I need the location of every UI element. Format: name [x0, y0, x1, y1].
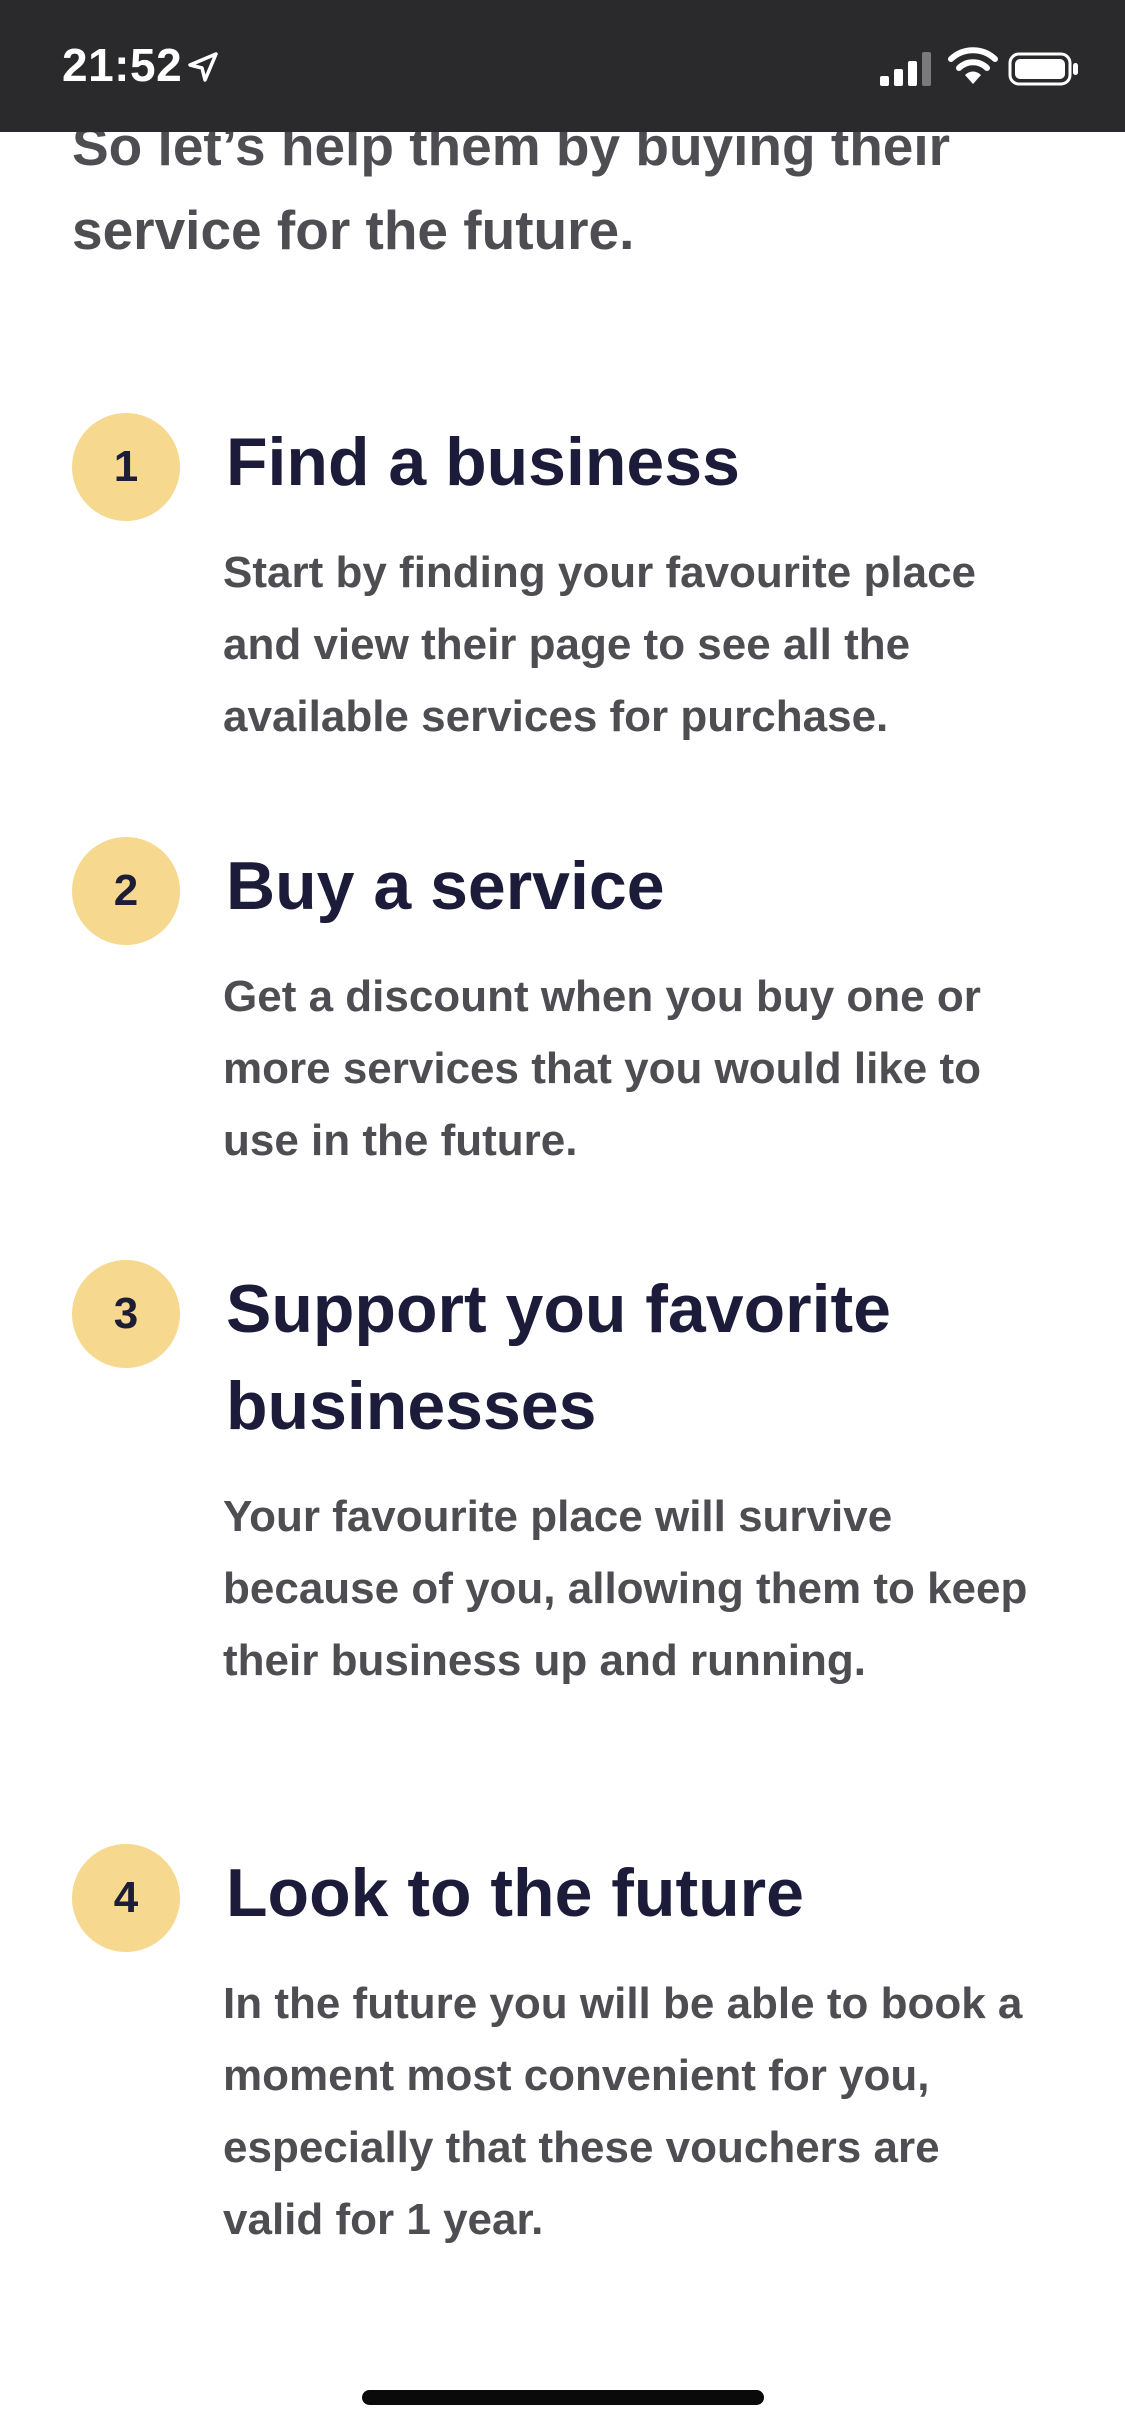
signal-icon [880, 52, 931, 86]
step-title: Look to the future [226, 1855, 804, 1931]
home-indicator[interactable] [362, 2390, 764, 2405]
step-title: Support you favorite businesses [226, 1271, 891, 1444]
step-description: Start by finding your favourite place an… [223, 548, 977, 741]
step-description: Get a discount when you buy one or more … [223, 972, 981, 1165]
battery-icon [1008, 52, 1078, 86]
step-number-badge: 3 [72, 1260, 180, 1368]
step-number-badge: 4 [72, 1844, 180, 1952]
status-time: 21:52 [62, 39, 183, 91]
step-title: Find a business [226, 424, 740, 500]
content-area[interactable]: So let’s help them by buying their servi… [0, 132, 1125, 2436]
status-bar: 21:52 [0, 0, 1125, 132]
step-title: Buy a service [226, 848, 665, 924]
wifi-icon [948, 47, 998, 84]
step-number-badge: 2 [72, 837, 180, 945]
step-number-badge: 1 [72, 413, 180, 521]
step-description: Your favourite place will survive becaus… [223, 1492, 1028, 1685]
intro-text: So let’s help them by buying their servi… [72, 132, 951, 261]
location-arrow-icon [188, 52, 218, 82]
step-description: In the future you will be able to book a… [223, 1979, 1023, 2244]
